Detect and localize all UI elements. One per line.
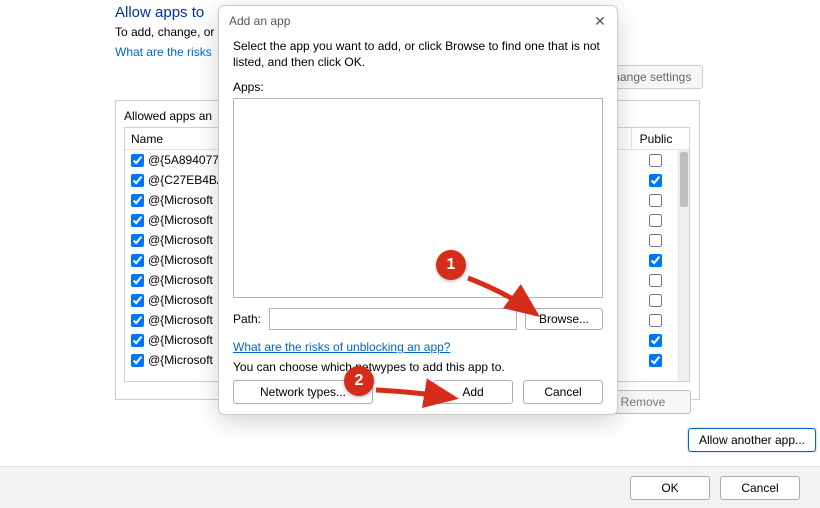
dialog-title: Add an app (229, 14, 290, 28)
ok-button[interactable]: OK (630, 476, 710, 500)
row-public-checkbox[interactable] (649, 254, 662, 267)
unblock-risks-link[interactable]: What are the risks of unblocking an app? (233, 340, 450, 354)
dialog-titlebar: Add an app ✕ (219, 6, 617, 36)
row-enable-checkbox[interactable] (131, 334, 144, 347)
row-name-label: @{Microsoft (148, 273, 213, 287)
browse-button[interactable]: Browse... (525, 308, 603, 330)
scrollbar-thumb[interactable] (680, 152, 688, 207)
row-public-checkbox[interactable] (649, 154, 662, 167)
row-public-checkbox[interactable] (649, 234, 662, 247)
path-input[interactable] (269, 308, 517, 330)
row-name-label: @{Microsoft (148, 293, 213, 307)
row-public-checkbox[interactable] (649, 214, 662, 227)
col-public[interactable]: Public (632, 128, 680, 149)
callout-1: 1 (436, 250, 466, 280)
row-enable-checkbox[interactable] (131, 294, 144, 307)
row-enable-checkbox[interactable] (131, 254, 144, 267)
callout-2: 2 (344, 366, 374, 396)
row-enable-checkbox[interactable] (131, 354, 144, 367)
close-icon[interactable]: ✕ (589, 10, 611, 32)
row-enable-checkbox[interactable] (131, 174, 144, 187)
bottom-button-bar: OK Cancel (0, 466, 820, 508)
allow-another-app-button[interactable]: Allow another app... (688, 428, 816, 452)
row-public-checkbox[interactable] (649, 274, 662, 287)
row-public-checkbox[interactable] (649, 174, 662, 187)
row-name-label: @{Microsoft (148, 353, 213, 367)
add-an-app-dialog: Add an app ✕ Select the app you want to … (218, 5, 618, 415)
row-enable-checkbox[interactable] (131, 214, 144, 227)
row-enable-checkbox[interactable] (131, 154, 144, 167)
row-enable-checkbox[interactable] (131, 274, 144, 287)
row-enable-checkbox[interactable] (131, 234, 144, 247)
row-name-label: @{Microsoft (148, 313, 213, 327)
risks-link[interactable]: What are the risks (115, 45, 212, 59)
add-button[interactable]: Add (433, 380, 513, 404)
dialog-desc: Select the app you want to add, or click… (233, 38, 603, 70)
row-public-checkbox[interactable] (649, 354, 662, 367)
dialog-cancel-button[interactable]: Cancel (523, 380, 603, 404)
row-name-label: @{5A894077 (148, 153, 219, 167)
row-enable-checkbox[interactable] (131, 314, 144, 327)
cancel-button[interactable]: Cancel (720, 476, 800, 500)
row-public-checkbox[interactable] (649, 294, 662, 307)
network-types-note: You can choose which netwypes to add thi… (233, 360, 603, 374)
row-public-checkbox[interactable] (649, 314, 662, 327)
row-public-checkbox[interactable] (649, 334, 662, 347)
row-name-label: @{Microsoft (148, 253, 213, 267)
row-name-label: @{C27EB4BA (148, 173, 225, 187)
row-name-label: @{Microsoft (148, 213, 213, 227)
row-public-checkbox[interactable] (649, 194, 662, 207)
vertical-scrollbar[interactable] (678, 150, 689, 381)
apps-listbox[interactable] (233, 98, 603, 298)
row-name-label: @{Microsoft (148, 193, 213, 207)
row-enable-checkbox[interactable] (131, 194, 144, 207)
row-name-label: @{Microsoft (148, 333, 213, 347)
path-label: Path: (233, 312, 261, 326)
apps-label: Apps: (233, 80, 603, 94)
row-name-label: @{Microsoft (148, 233, 213, 247)
